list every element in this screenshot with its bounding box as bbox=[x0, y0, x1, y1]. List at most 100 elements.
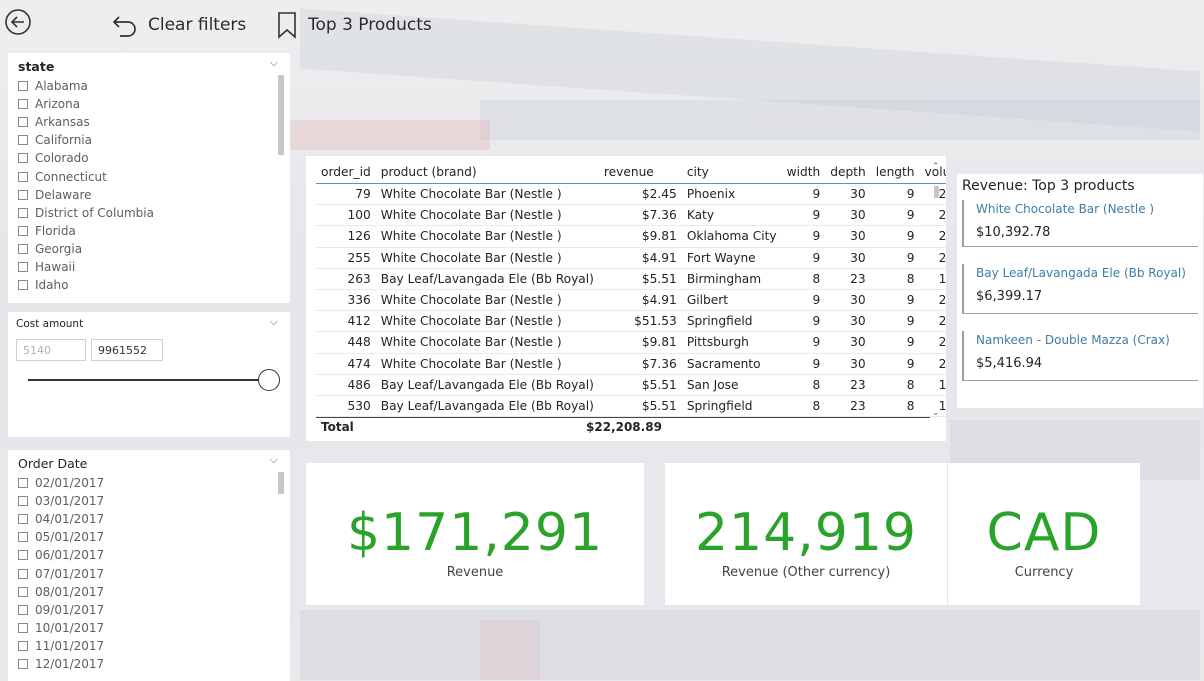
bookmark-button[interactable]: Top 3 Products bbox=[276, 11, 432, 39]
column-header[interactable]: product (brand) bbox=[375, 162, 599, 184]
table-cell: 9 bbox=[870, 310, 920, 333]
chevron-down-icon[interactable]: ⌵ bbox=[270, 56, 278, 70]
slicer-option[interactable]: 10/01/2017 bbox=[18, 619, 104, 637]
checkbox[interactable] bbox=[18, 640, 28, 651]
checkbox[interactable] bbox=[18, 550, 28, 561]
table-row[interactable]: 79 White Chocolate Bar (Nestle ) $2.45 Phoe… bbox=[316, 183, 946, 206]
checkbox[interactable] bbox=[18, 586, 28, 597]
scroll-up-icon[interactable]: ⌃ bbox=[932, 162, 940, 172]
column-header[interactable]: city bbox=[681, 162, 782, 184]
checkbox[interactable] bbox=[18, 261, 28, 272]
table-row[interactable]: 126 White Chocolate Bar (Nestle ) $9.81 Okl… bbox=[316, 225, 946, 248]
slicer-option[interactable]: Arkansas bbox=[18, 113, 154, 131]
table-row[interactable]: 100 White Chocolate Bar (Nestle ) $7.36 Kat… bbox=[316, 204, 946, 227]
slicer-option[interactable]: 02/01/2017 bbox=[18, 474, 104, 492]
slicer-option[interactable]: 04/01/2017 bbox=[18, 510, 104, 528]
top3-item-value: $10,392.78 bbox=[976, 225, 1051, 240]
slicer-option[interactable]: Florida bbox=[18, 222, 154, 240]
table-cell: 9 bbox=[870, 331, 920, 354]
slicer-option[interactable]: 12/01/2017 bbox=[18, 655, 104, 673]
slicer-option[interactable]: California bbox=[18, 131, 154, 149]
checkbox[interactable] bbox=[18, 568, 28, 579]
table-row[interactable]: 263 Bay Leaf/Lavangada Ele (Bb Royal) $5.5… bbox=[316, 268, 946, 290]
slicer-option[interactable]: Colorado bbox=[18, 149, 154, 167]
checkbox[interactable] bbox=[18, 135, 28, 146]
table-cell: $7.36 bbox=[598, 353, 682, 375]
slicer-option[interactable]: Georgia bbox=[18, 240, 154, 258]
table-row[interactable]: 474 White Chocolate Bar (Nestle ) $7.36 Sac… bbox=[316, 353, 946, 375]
column-header[interactable]: width bbox=[781, 162, 826, 184]
table-cell: $9.81 bbox=[598, 331, 682, 354]
column-header[interactable]: length bbox=[870, 162, 920, 184]
cost-slider-track[interactable] bbox=[28, 379, 268, 381]
top3-item[interactable]: White Chocolate Bar (Nestle ) $10,392.78 bbox=[962, 200, 1198, 247]
top3-item[interactable]: Bay Leaf/Lavangada Ele (Bb Royal) $6,399… bbox=[962, 264, 1198, 314]
slicer-option[interactable]: 05/01/2017 bbox=[18, 528, 104, 546]
slicer-option[interactable]: Alabama bbox=[18, 77, 154, 95]
slicer-option[interactable]: 07/01/2017 bbox=[18, 564, 104, 582]
back-button[interactable] bbox=[4, 8, 32, 36]
chevron-down-icon[interactable]: ⌵ bbox=[270, 453, 278, 467]
slicer-option[interactable]: Hawaii bbox=[18, 258, 154, 276]
checkbox[interactable] bbox=[18, 478, 28, 489]
clear-filters-button[interactable]: Clear filters bbox=[110, 12, 246, 38]
checkbox[interactable] bbox=[18, 280, 28, 291]
top3-item[interactable]: Namkeen - Double Mazza (Crax) $5,416.94 bbox=[962, 331, 1198, 381]
column-header[interactable]: order_id bbox=[316, 162, 376, 184]
table-cell: 8 bbox=[781, 268, 826, 290]
cost-min-input[interactable]: 5140 bbox=[16, 339, 86, 361]
checkbox[interactable] bbox=[18, 514, 28, 525]
state-scrollbar[interactable] bbox=[278, 75, 284, 155]
checkbox[interactable] bbox=[18, 207, 28, 218]
checkbox[interactable] bbox=[18, 81, 28, 92]
table-row[interactable]: 255 White Chocolate Bar (Nestle ) $4.91 For… bbox=[316, 247, 946, 269]
checkbox[interactable] bbox=[18, 658, 28, 669]
checkbox[interactable] bbox=[18, 189, 28, 200]
table-row[interactable]: 486 Bay Leaf/Lavangada Ele (Bb Royal) $5.5… bbox=[316, 374, 946, 396]
slicer-option[interactable]: Connecticut bbox=[18, 167, 154, 185]
table-cell: 412 bbox=[316, 310, 376, 333]
order-date-scrollbar[interactable] bbox=[278, 472, 284, 494]
table-row[interactable]: 336 White Chocolate Bar (Nestle ) $4.91 Gil… bbox=[316, 289, 946, 312]
table-row[interactable]: 412 White Chocolate Bar (Nestle ) $51.53 Sp… bbox=[316, 310, 946, 333]
table-cell: White Chocolate Bar (Nestle ) bbox=[375, 247, 599, 269]
table-cell: 1472 bbox=[919, 268, 946, 290]
checkbox[interactable] bbox=[18, 532, 28, 543]
currency-value: CAD bbox=[986, 503, 1102, 563]
slicer-option[interactable]: Idaho bbox=[18, 276, 154, 294]
table-row[interactable]: 448 White Chocolate Bar (Nestle ) $9.81 Pit… bbox=[316, 331, 946, 354]
checkbox[interactable] bbox=[18, 99, 28, 110]
slicer-option[interactable]: Arizona bbox=[18, 95, 154, 113]
checkbox[interactable] bbox=[18, 622, 28, 633]
table-cell: 9 bbox=[870, 289, 920, 312]
slicer-option[interactable]: 08/01/2017 bbox=[18, 583, 104, 601]
table-cell: Phoenix bbox=[681, 183, 782, 206]
slicer-option[interactable]: District of Columbia bbox=[18, 204, 154, 222]
table-row[interactable]: 530 Bay Leaf/Lavangada Ele (Bb Royal) $5.5… bbox=[316, 395, 946, 418]
chevron-down-icon[interactable]: ⌵ bbox=[270, 315, 278, 329]
slicer-option-label: 04/01/2017 bbox=[35, 512, 105, 527]
slicer-option[interactable]: 09/01/2017 bbox=[18, 601, 104, 619]
checkbox[interactable] bbox=[18, 243, 28, 254]
checkbox[interactable] bbox=[18, 117, 28, 128]
table-scrollbar[interactable] bbox=[934, 186, 939, 198]
cost-slider-handle[interactable] bbox=[258, 369, 280, 391]
table-cell: 9 bbox=[870, 204, 920, 227]
checkbox[interactable] bbox=[18, 153, 28, 164]
revenue-other-currency-card: 214,919 Revenue (Other currency) bbox=[665, 463, 947, 605]
column-header[interactable]: depth bbox=[825, 162, 871, 184]
checkbox[interactable] bbox=[18, 225, 28, 236]
slicer-option[interactable]: Delaware bbox=[18, 186, 154, 204]
slicer-option[interactable]: 03/01/2017 bbox=[18, 492, 104, 510]
checkbox[interactable] bbox=[18, 171, 28, 182]
column-header[interactable]: revenue bbox=[598, 162, 682, 184]
scroll-down-icon[interactable]: ⌄ bbox=[932, 408, 940, 418]
table-cell: $2.45 bbox=[598, 183, 682, 206]
slicer-option[interactable]: 06/01/2017 bbox=[18, 546, 104, 564]
slicer-option-label: Georgia bbox=[35, 241, 83, 256]
checkbox[interactable] bbox=[18, 604, 28, 615]
table-cell: 9 bbox=[781, 204, 826, 227]
checkbox[interactable] bbox=[18, 496, 28, 507]
slicer-option[interactable]: 11/01/2017 bbox=[18, 637, 104, 655]
cost-max-input[interactable]: 9961552 bbox=[91, 339, 163, 361]
